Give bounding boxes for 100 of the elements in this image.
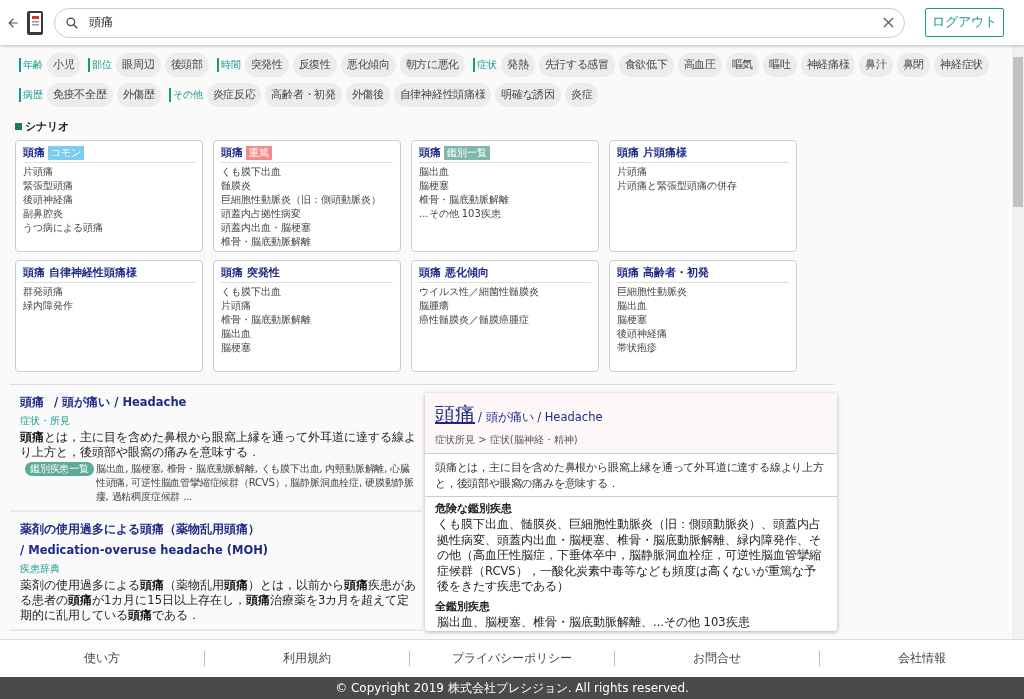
copyright: © Copyright 2019 株式会社プレシジョン. All rights reserved. [0,677,1024,699]
card-tag: 鑑別一覧 [444,145,490,160]
card-tag: 重篤 [246,145,272,160]
footer-link[interactable]: 会社情報 [819,651,1024,666]
filter-chip[interactable]: 鼻閉 [896,53,931,77]
card-title: 頭痛 [419,145,441,160]
filter-chip[interactable]: 明確な誘因 [495,83,561,107]
card-item: 頭蓋内占拠性病変 [221,207,302,221]
book-logo-icon[interactable] [26,9,44,36]
filter-chip[interactable]: 外傷歴 [116,83,161,107]
scenario-card[interactable]: 頭痛 高齢者・初発 巨細胞性動脈炎 脳出血 脳梗塞 後頭神経痛 帯状疱疹 [609,260,797,372]
filter-chip[interactable]: 自律神経性頭痛様 [393,83,492,107]
filter-chip[interactable]: 神経症状 [934,53,989,77]
card-item: 片頭痛と緊張型頭痛の併存 [617,179,738,193]
filter-chip[interactable]: 後頭部 [164,53,209,77]
detail-summary: 頭痛とは，主に目を含めた鼻根から眼窩上縁を通って外耳道に達する線より上方と，後頭部や眼窩の痛みを意味する． [425,454,837,497]
filter-group-label: その他 [168,88,203,102]
result-alt-name: / 頭が痛い / Headache [54,394,187,411]
differential-list: 脳出血, 脳梗塞, 椎骨・脳底動脈解離, くも膜下出血, 内頸動脈解離, 心臓性頭痛, 可逆性脳血管攣縮症候群（RCVS）, 脳静脈洞血栓症, 硬膜動静脈瘻, 過粘稠度症候群 ... [95,462,416,504]
filter-group-label: 病歴 [19,88,43,102]
card-item: ウイルス性／細菌性髄膜炎 [419,285,540,299]
detail-section-heading: 全鑑別疾患 [435,598,491,614]
detail-section-text: くも膜下出血、髄膜炎、巨細胞性動脈炎（旧：側頭動脈炎）、頭蓋内占拠性病変、頭蓋内出血・脳梗塞、椎骨・脳底動脈解離、緑内障発作、その他（高血圧性脳症，下垂体卒中，脳静脈洞血栓症，可逆性脳血管攣縮症候群（RCVS），一酸化炭素中毒等なども頻度は高くないが重篤な予後をきたす疾患である） [436,517,822,595]
card-item: 片頭痛 [23,165,54,179]
filter-chip[interactable]: 朝方に悪化 [399,53,466,77]
footer-link[interactable]: 利用規約 [204,651,409,666]
filter-group-label: 部位 [88,58,113,72]
scenario-card[interactable]: 頭痛 コモン 片頭痛 緊張型頭痛 後頭神経痛 副鼻腔炎 うつ病による頭痛 [15,140,203,252]
scenario-card[interactable]: 頭痛 鑑別一覧 脳出血 脳梗塞 椎骨・脳底動脈解離 ...その他 103疾患 [411,140,599,252]
filter-chip[interactable]: 炎症反応 [206,83,262,107]
card-item: 脳梗塞 [221,341,252,355]
square-icon [15,123,22,130]
filter-chip[interactable]: 悪化傾向 [340,53,396,77]
breadcrumb: 症状所見 > 症状(脳神経・精神) [435,433,579,447]
filter-group-label: 症状 [473,58,498,72]
filter-chip[interactable]: 発熱 [501,53,535,77]
card-title: 頭痛 悪化傾向 [419,265,489,280]
card-title: 頭痛 [23,145,45,160]
section-heading: シナリオ [25,119,69,134]
card-item: 脳腫瘍 [419,299,450,313]
detail-section-text: 脳出血、脳梗塞、椎骨・脳底動脈解離、...その他 103疾患 [436,614,751,630]
detail-alt-name: / 頭が痛い / Headache [478,410,603,424]
card-item: くも膜下出血 [221,165,282,179]
card-item: 髄膜炎 [221,179,252,193]
scenario-card[interactable]: 頭痛 悪化傾向 ウイルス性／細菌性髄膜炎 脳腫瘍 癌性髄膜炎／髄膜癌腫症 [411,260,599,372]
differential-badge: 鑑別疾患一覧 [25,462,94,476]
card-item: 脳出血 [419,165,450,179]
card-item: 椎骨・脳底動脈解離 [221,313,312,327]
card-item: 巨細胞性動脈炎（旧：側頭動脈炎） [221,193,382,207]
scenario-card[interactable]: 頭痛 自律神経性頭痛様 群発頭痛 緑内障発作 [15,260,203,372]
scenario-card[interactable]: 頭痛 重篤 くも膜下出血 髄膜炎 巨細胞性動脈炎（旧：側頭動脈炎） 頭蓋内占拠性病変 頭蓋内出血・脳梗塞 椎骨・脳底動脈解離 [213,140,401,252]
footer-link[interactable]: プライバシーポリシー [409,651,614,666]
filter-chip[interactable]: 神経痛様 [800,53,856,77]
search-bar[interactable]: 頭痛 [54,7,905,38]
card-item: 後頭神経痛 [617,327,668,341]
card-item: くも膜下出血 [221,285,282,299]
result-description: 薬剤の使用過多による頭痛（薬物乱用頭痛）とは，以前から頭痛疾患がある患者の頭痛が1カ月に15日以上存在し，頭痛治療薬を3カ月を超えて定期的に乱用している頭痛である． [20,578,416,622]
result-description: 頭痛とは，主に目を含めた鼻根から眼窩上縁を通って外耳道に達する線より上方と，後頭部や眼窩の痛みを意味する． [20,430,416,459]
filter-chip[interactable]: 炎症 [564,83,599,107]
filter-chip[interactable]: 先行する感冒 [538,53,615,77]
scrollbar[interactable] [1012,45,1024,639]
filter-group-label: 年齢 [19,58,43,72]
result-title[interactable]: 薬剤の使用過多による頭痛（薬物乱用頭痛） [20,520,260,539]
scenario-card[interactable]: 頭痛 突発性 くも膜下出血 片頭痛 椎骨・脳底動脈解離 脳出血 脳梗塞 [213,260,401,372]
footer-link[interactable]: お問合せ [614,651,819,666]
result-title[interactable]: 頭痛 [20,393,44,412]
search-input[interactable]: 頭痛 [87,14,875,31]
card-item: 緑内障発作 [23,299,74,313]
card-title: 頭痛 突発性 [221,265,280,280]
filter-chip[interactable]: 免疫不全歴 [47,83,113,107]
card-item: 帯状疱疹 [617,341,658,355]
filter-chip[interactable]: 鼻汁 [859,53,893,77]
card-item: 副鼻腔炎 [23,207,64,221]
card-item: 椎骨・脳底動脈解離 [221,235,312,249]
filter-chip[interactable]: 眼周辺 [116,53,161,77]
filter-chip[interactable]: 嘔気 [725,53,760,77]
card-title: 頭痛 片頭痛様 [617,145,687,160]
filter-chip[interactable]: 高齢者・初発 [265,83,342,107]
scenario-card[interactable]: 頭痛 片頭痛様 片頭痛 片頭痛と緊張型頭痛の併存 [609,140,797,252]
filter-chip[interactable]: 食欲低下 [618,53,674,77]
clear-icon[interactable] [883,17,894,28]
card-item: 脳出血 [617,299,648,313]
detail-section-heading: 危険な鑑別疾患 [435,501,513,516]
filter-group-label: 時間 [216,58,241,72]
card-item: 片頭痛 [617,165,648,179]
result-category: 症状・所見 [20,414,71,428]
filter-chip[interactable]: 高血圧 [677,53,722,77]
filter-chip[interactable]: 嘔吐 [763,53,797,77]
card-item: 脳梗塞 [617,313,648,327]
logout-button[interactable]: ログアウト [925,8,1004,37]
card-item: 癌性髄膜炎／髄膜癌腫症 [419,313,530,327]
search-icon [65,15,79,30]
filter-chip[interactable]: 小児 [47,53,81,77]
card-item: 緊張型頭痛 [23,179,74,193]
result-category: 疾患辞典 [20,562,61,576]
filter-chip[interactable]: 反復性 [292,53,337,77]
footer-link[interactable]: 使い方 [0,651,204,666]
filter-chip[interactable]: 突発性 [244,53,289,77]
filter-chip[interactable]: 外傷後 [345,83,390,107]
detail-title-link[interactable]: 頭痛 [435,402,475,426]
